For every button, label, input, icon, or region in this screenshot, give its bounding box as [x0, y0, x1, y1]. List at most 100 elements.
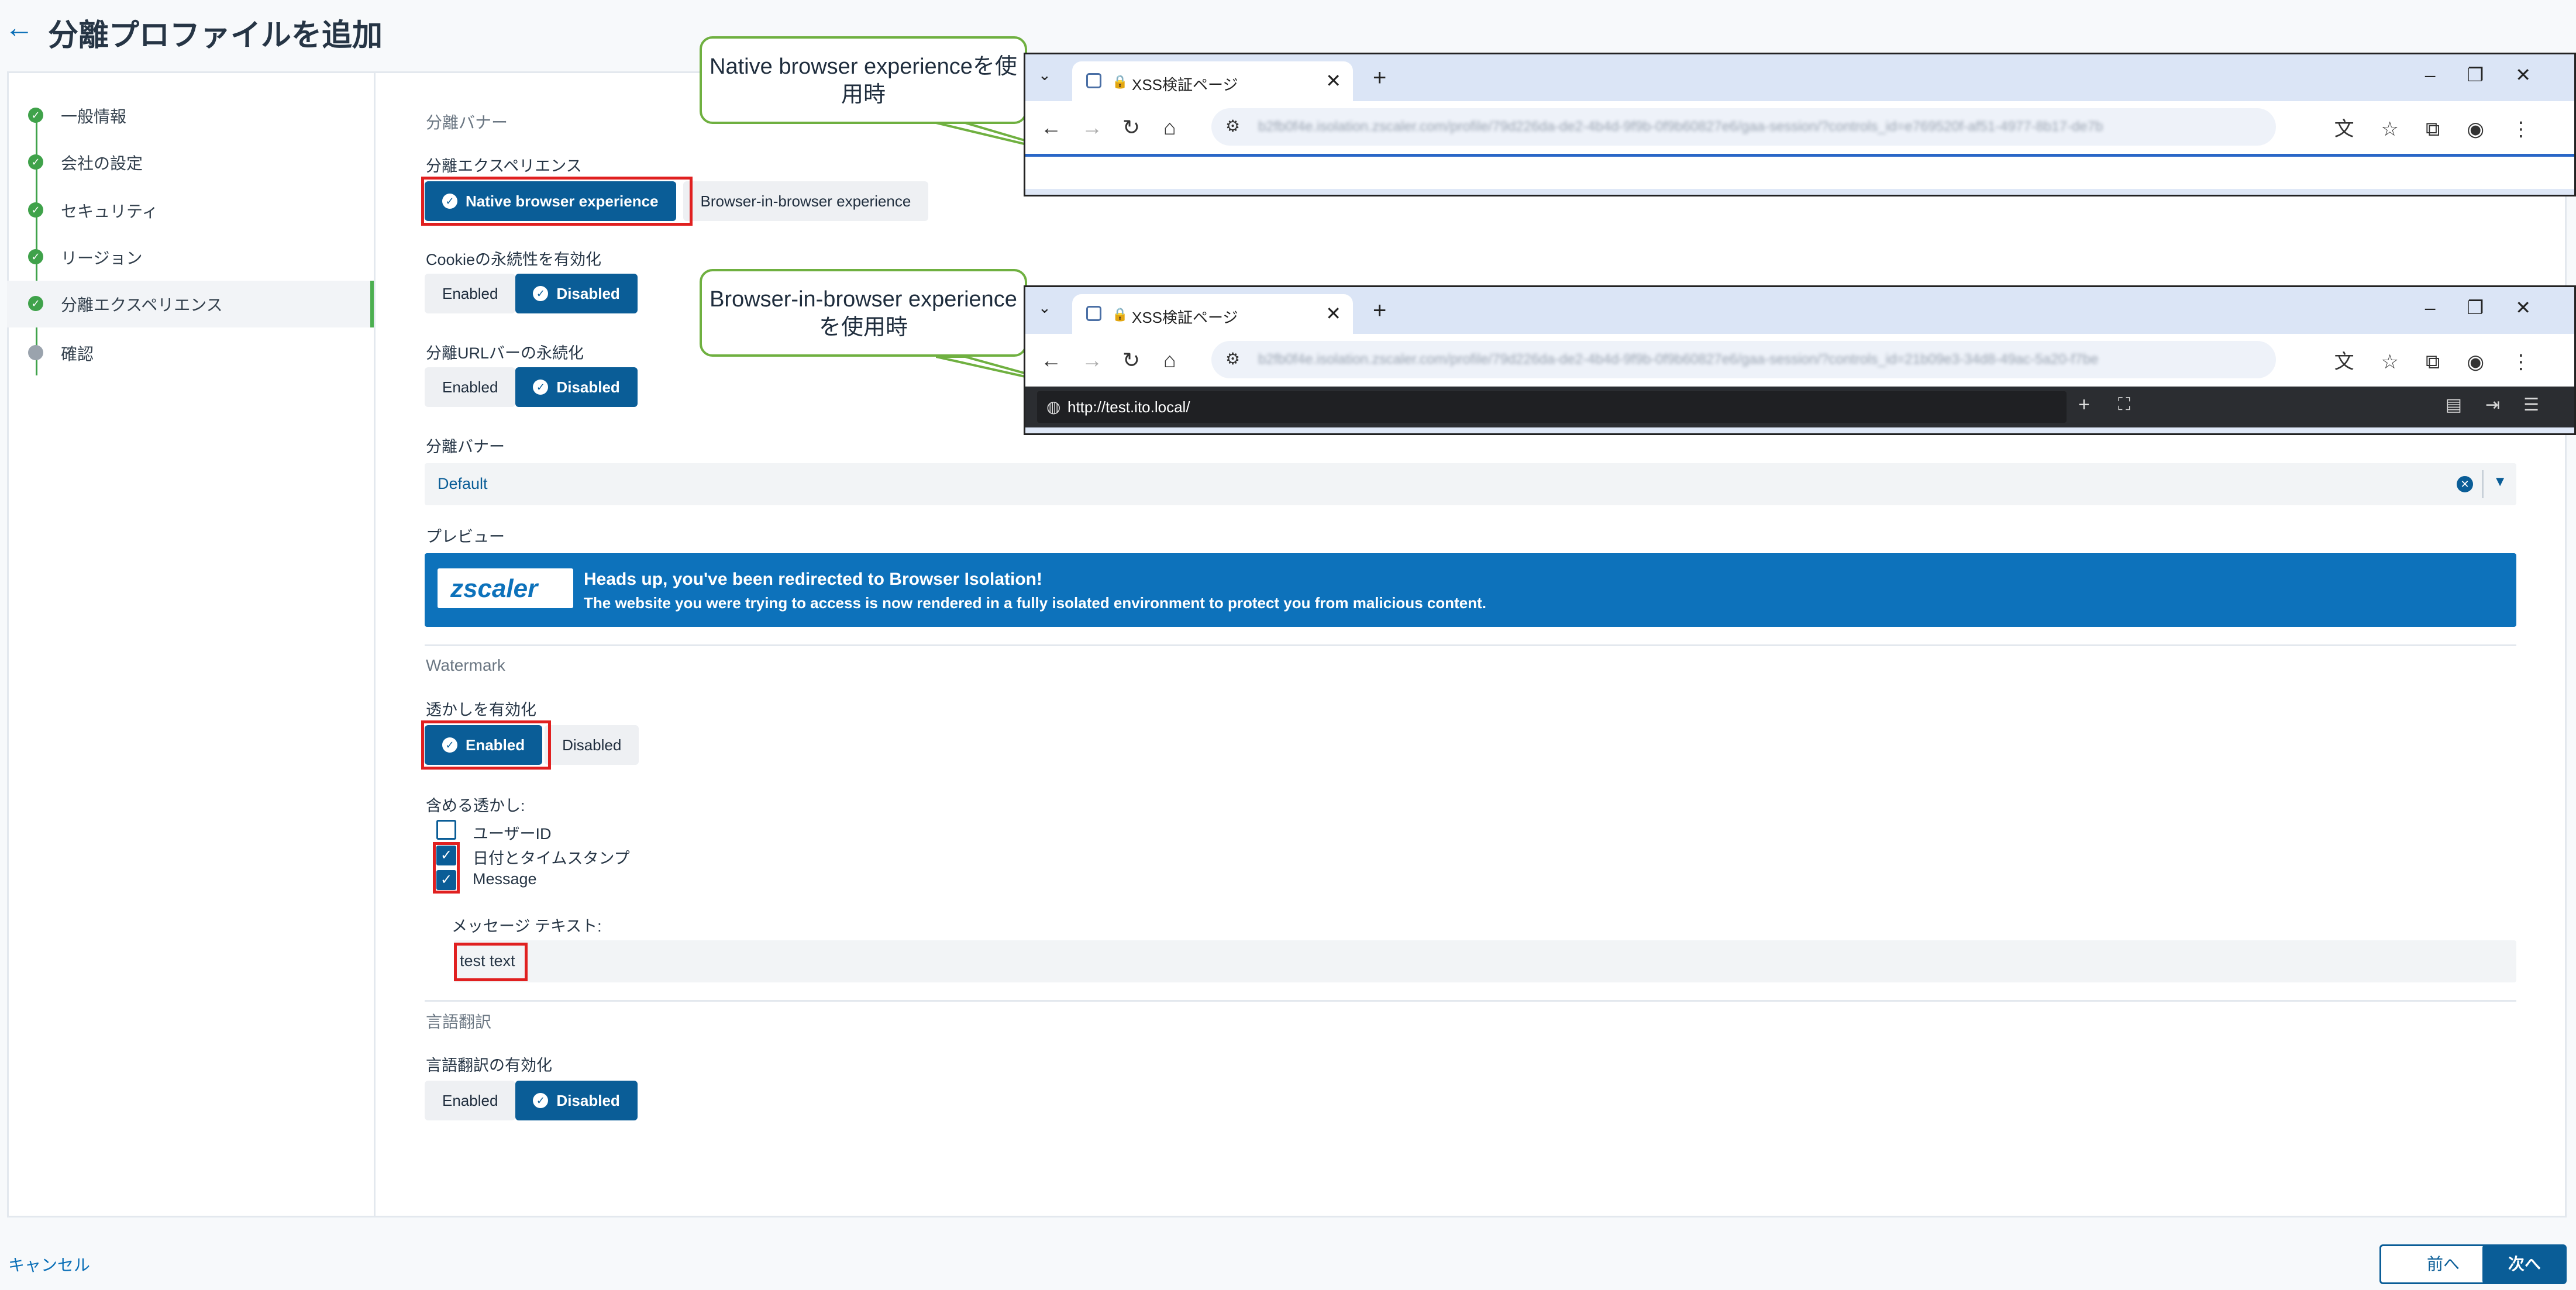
next-button[interactable]: 次へ: [2482, 1244, 2567, 1284]
globe-icon: ◍: [1046, 398, 1061, 416]
new-tab-icon[interactable]: +: [1373, 65, 1386, 91]
favicon-icon: [1086, 73, 1101, 88]
favicon-icon: [1086, 306, 1101, 321]
banner-headline: Heads up, you've been redirected to Brow…: [584, 570, 1042, 589]
tab-list-chevron-icon[interactable]: ⌄: [1038, 299, 1051, 317]
disabled-label: Disabled: [562, 736, 622, 754]
back-icon[interactable]: ←: [1041, 115, 1062, 140]
isolation-toolbar-icons[interactable]: ▤⇥☰: [2446, 395, 2563, 415]
urlbar-toggle: Enabled ✓ Disabled: [425, 367, 638, 407]
home-icon[interactable]: ⌂: [1163, 348, 1176, 372]
tab-list-chevron-icon[interactable]: ⌄: [1038, 66, 1051, 84]
tab-bar: ⌄ 🔒 XSS検証ページ ✕ + –❐✕: [1025, 287, 2574, 334]
translate-enabled-button[interactable]: Enabled: [425, 1081, 516, 1120]
check-circle-icon: ✓: [533, 380, 549, 395]
highlight-box: [454, 943, 528, 981]
translate-disabled-button[interactable]: ✓ Disabled: [515, 1081, 638, 1120]
cookie-disabled-button[interactable]: ✓ Disabled: [515, 274, 638, 313]
date-timestamp-label: 日付とタイムスタンプ: [473, 850, 630, 867]
browser-toolbar: ← → ↻ ⌂ ⚙ b2fb0f4e.isolation.zscaler.com…: [1025, 101, 2574, 154]
step-isolation-experience[interactable]: ✓ 分離エクスペリエンス: [7, 281, 374, 327]
tab-close-icon[interactable]: ✕: [1325, 70, 1341, 92]
enabled-label: Enabled: [442, 378, 498, 396]
toolbar-icons[interactable]: 文☆⧉◉⋮: [2334, 346, 2558, 374]
bib-label: Browser-in-browser experience: [700, 192, 911, 210]
reload-icon[interactable]: ↻: [1122, 348, 1140, 372]
isolation-url-bar: ◍ http://test.ito.local/ + ⛶ ▤⇥☰: [1025, 387, 2574, 427]
warning-icon: 🔒: [1112, 74, 1128, 89]
translate-label: 言語翻訳の有効化: [426, 1057, 552, 1074]
tab-close-icon[interactable]: ✕: [1325, 302, 1341, 325]
new-tab-icon[interactable]: +: [1373, 298, 1386, 324]
fullscreen-icon[interactable]: ⛶: [2118, 395, 2130, 415]
message-text-input[interactable]: test text: [454, 940, 2516, 982]
forward-icon[interactable]: →: [1082, 115, 1103, 140]
checkbox-user-id[interactable]: [436, 820, 456, 840]
page-title: 分離プロファイルを追加: [48, 19, 383, 53]
warning-icon: 🔒: [1112, 307, 1128, 322]
window-controls[interactable]: –❐✕: [2425, 64, 2563, 86]
disabled-label: Disabled: [556, 378, 620, 396]
check-icon: ✓: [28, 108, 43, 123]
browser-toolbar: ← → ↻ ⌂ ⚙ b2fb0f4e.isolation.zscaler.com…: [1025, 334, 2574, 387]
chevron-down-icon[interactable]: ▼: [2493, 474, 2507, 490]
watermark-label: 透かしを有効化: [426, 701, 536, 719]
section-translation: 言語翻訳: [426, 1013, 492, 1031]
highlight-box: [421, 720, 551, 770]
enabled-label: Enabled: [442, 285, 498, 302]
isolation-url-field[interactable]: [1037, 391, 2067, 423]
step-general[interactable]: ✓ 一般情報: [7, 92, 374, 139]
callout-bib: Browser-in-browser experienceを使用時: [700, 269, 1027, 357]
step-label: 一般情報: [61, 108, 127, 126]
home-icon[interactable]: ⌂: [1163, 115, 1176, 140]
site-settings-icon[interactable]: ⚙: [1225, 116, 1240, 136]
reload-icon[interactable]: ↻: [1122, 115, 1140, 140]
check-icon: ✓: [28, 296, 43, 311]
address-url: b2fb0f4e.isolation.zscaler.com/profile/7…: [1258, 119, 2103, 134]
browser-in-browser-button[interactable]: Browser-in-browser experience: [683, 181, 929, 221]
tab-bar: ⌄ 🔒 XSS検証ページ ✕ + –❐✕: [1025, 54, 2574, 101]
back-arrow-icon[interactable]: ←: [5, 13, 34, 42]
step-label: 会社の設定: [61, 154, 143, 173]
urlbar-disabled-button[interactable]: ✓ Disabled: [515, 367, 638, 407]
check-icon: ✓: [28, 249, 43, 264]
watermark-disabled-button[interactable]: Disabled: [545, 725, 639, 765]
step-security[interactable]: ✓ セキュリティ: [7, 187, 374, 234]
disabled-label: Disabled: [556, 1092, 620, 1109]
clear-icon[interactable]: ✕: [2457, 476, 2473, 492]
banner-select[interactable]: Default ✕ ▼: [425, 463, 2516, 505]
highlight-box: [421, 177, 693, 226]
enabled-label: Enabled: [442, 1092, 498, 1109]
plus-icon[interactable]: +: [2078, 394, 2090, 416]
site-settings-icon[interactable]: ⚙: [1225, 349, 1240, 368]
section-watermark: Watermark: [426, 656, 505, 674]
address-bar[interactable]: ⚙ b2fb0f4e.isolation.zscaler.com/profile…: [1211, 341, 2276, 378]
address-bar[interactable]: ⚙ b2fb0f4e.isolation.zscaler.com/profile…: [1211, 108, 2276, 146]
cookie-enabled-button[interactable]: Enabled: [425, 274, 516, 313]
isolation-url-text: http://test.ito.local/: [1067, 398, 1190, 416]
check-icon: ✓: [28, 202, 43, 218]
step-company[interactable]: ✓ 会社の設定: [7, 139, 374, 186]
step-confirm[interactable]: 確認: [7, 330, 374, 377]
browser-native-experience: ⌄ 🔒 XSS検証ページ ✕ + –❐✕ ← → ↻ ⌂ ⚙ b2fb0f4e.…: [1024, 53, 2576, 196]
back-icon[interactable]: ←: [1041, 348, 1062, 372]
experience-label: 分離エクスペリエンス: [426, 157, 582, 175]
cookie-label: Cookieの永続性を有効化: [426, 251, 602, 268]
browser-tab[interactable]: 🔒 XSS検証ページ ✕: [1072, 61, 1353, 101]
user-id-label: ユーザーID: [473, 825, 552, 843]
window-controls[interactable]: –❐✕: [2425, 296, 2563, 319]
preview-label: プレビュー: [426, 528, 505, 546]
browser-tab[interactable]: 🔒 XSS検証ページ ✕: [1072, 294, 1353, 334]
select-divider: [2482, 470, 2484, 498]
browser-bib-experience: ⌄ 🔒 XSS検証ページ ✕ + –❐✕ ← → ↻ ⌂ ⚙ b2fb0f4e.…: [1024, 285, 2576, 435]
address-url: b2fb0f4e.isolation.zscaler.com/profile/7…: [1258, 351, 2099, 367]
forward-icon[interactable]: →: [1082, 348, 1103, 372]
message-text-label: メッセージ テキスト:: [452, 918, 602, 935]
cancel-link[interactable]: キャンセル: [8, 1253, 90, 1276]
step-label: 確認: [61, 345, 94, 363]
disabled-label: Disabled: [556, 285, 620, 302]
urlbar-enabled-button[interactable]: Enabled: [425, 367, 516, 407]
step-region[interactable]: ✓ リージョン: [7, 234, 374, 281]
toolbar-icons[interactable]: 文☆⧉◉⋮: [2334, 113, 2558, 142]
banner-select-label: 分離バナー: [426, 438, 505, 456]
